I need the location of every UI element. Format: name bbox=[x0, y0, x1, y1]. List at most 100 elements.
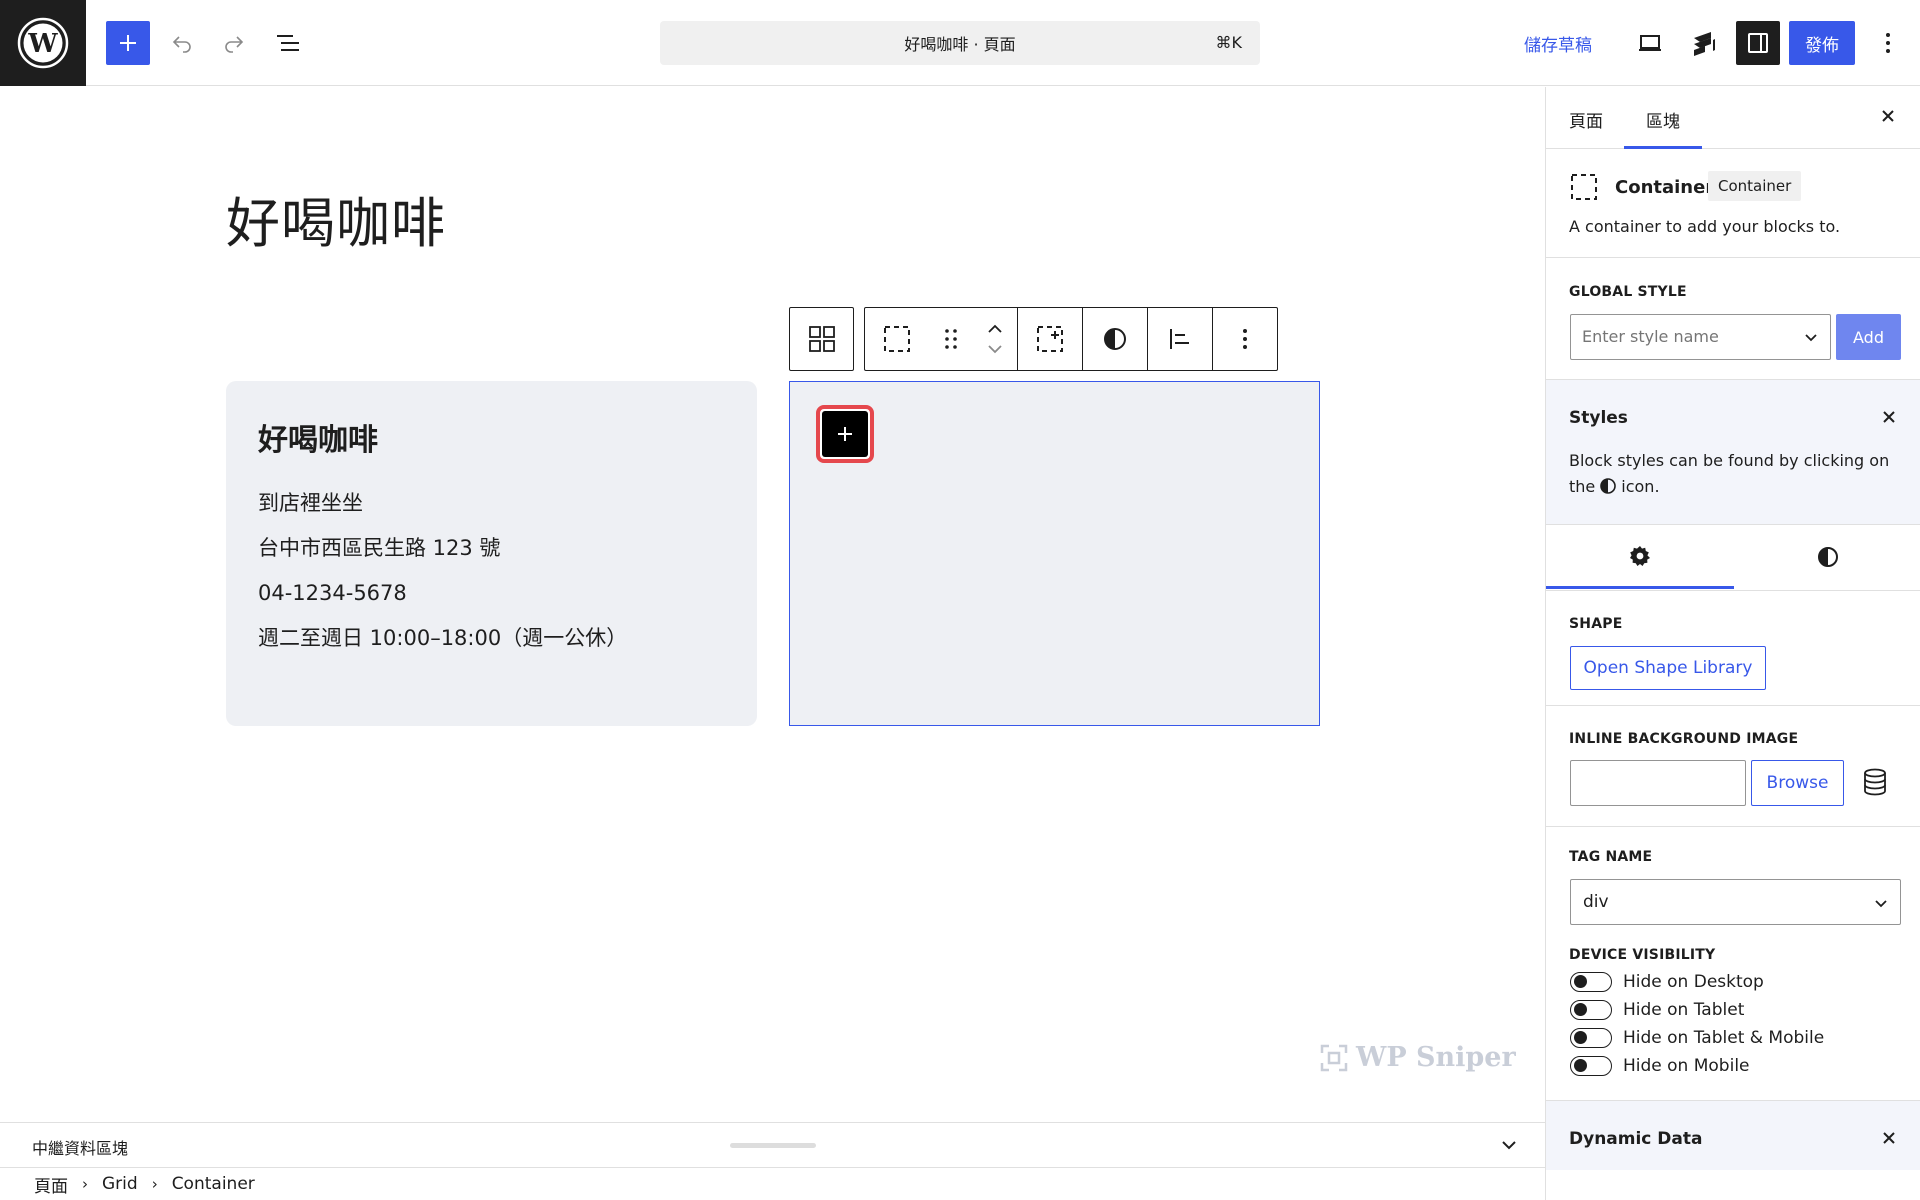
breadcrumb-separator-icon: › bbox=[82, 1175, 88, 1193]
wordpress-logo-icon[interactable]: W bbox=[0, 0, 86, 86]
chevron-down-icon bbox=[1502, 1141, 1516, 1150]
preview-button[interactable] bbox=[1628, 21, 1672, 65]
block-name: Container bbox=[1615, 177, 1715, 198]
global-style-section: GLOBAL STYLE Enter style name Add bbox=[1546, 258, 1920, 380]
dismiss-styles-notice-button[interactable] bbox=[1881, 409, 1897, 425]
more-vertical-icon bbox=[1886, 33, 1890, 53]
database-icon bbox=[1864, 768, 1886, 796]
page-title[interactable]: 好喝咖啡 bbox=[226, 179, 446, 258]
styles-notice-text: Block styles can be found by clicking on… bbox=[1569, 448, 1899, 500]
redo-icon bbox=[225, 36, 244, 53]
plugin-brand-button[interactable] bbox=[1682, 21, 1726, 65]
open-shape-library-button[interactable]: Open Shape Library bbox=[1570, 646, 1766, 690]
watermark: WP Sniper bbox=[1320, 1042, 1516, 1073]
publish-button[interactable]: 發佈 bbox=[1789, 21, 1855, 65]
card-line[interactable]: 週二至週日 10:00–18:00（週一公休） bbox=[258, 616, 725, 661]
block-description: A container to add your blocks to. bbox=[1569, 217, 1841, 236]
toggle-label: Hide on Mobile bbox=[1623, 1056, 1750, 1076]
close-icon bbox=[1883, 1132, 1895, 1144]
sidebar-tabs: 頁面 區塊 bbox=[1546, 87, 1920, 149]
settings-sidebar: 頁面 區塊 Container Container A container to… bbox=[1545, 87, 1920, 1200]
align-button[interactable] bbox=[1148, 308, 1212, 370]
tab-block[interactable]: 區塊 bbox=[1646, 107, 1680, 132]
toggle-hide-desktop[interactable]: Hide on Desktop bbox=[1570, 972, 1764, 992]
shortcut-hint: ⌘K bbox=[1215, 33, 1243, 52]
contrast-icon bbox=[1104, 328, 1126, 350]
svg-text:W: W bbox=[27, 29, 58, 59]
save-draft-button[interactable]: 儲存草稿 bbox=[1524, 31, 1592, 56]
shape-section: SHAPE Open Shape Library bbox=[1546, 591, 1920, 706]
toggle-switch[interactable] bbox=[1570, 1056, 1612, 1076]
editor-canvas: 好喝咖啡 好喝咖啡 到店裡坐坐 台中市西區民生路 123 號 04-1234-5… bbox=[0, 87, 1545, 1122]
inspector-subtabs bbox=[1546, 525, 1920, 591]
watermark-text: WP Sniper bbox=[1356, 1042, 1516, 1073]
tab-page[interactable]: 頁面 bbox=[1569, 107, 1603, 132]
gear-icon bbox=[1630, 545, 1650, 566]
toggle-label: Hide on Tablet bbox=[1623, 1000, 1745, 1020]
container-icon bbox=[1570, 173, 1598, 201]
shape-label: SHAPE bbox=[1569, 616, 1623, 632]
breadcrumb-item[interactable]: Grid bbox=[102, 1174, 138, 1194]
settings-sidebar-toggle[interactable] bbox=[1736, 21, 1780, 65]
meta-boxes-label[interactable]: 中繼資料區塊 bbox=[32, 1135, 128, 1159]
global-style-select[interactable]: Enter style name bbox=[1570, 314, 1831, 360]
desktop-view-icon bbox=[1639, 35, 1661, 51]
add-inner-block-button[interactable] bbox=[1018, 308, 1082, 370]
styles-notice-text-after: icon. bbox=[1621, 477, 1660, 496]
toggle-switch[interactable] bbox=[1570, 1000, 1612, 1020]
dynamic-data-section: Dynamic Data bbox=[1546, 1100, 1920, 1170]
inline-background-section: INLINE BACKGROUND IMAGE Browse bbox=[1546, 706, 1920, 827]
contrast-icon bbox=[1818, 547, 1838, 567]
device-visibility-label: DEVICE VISIBILITY bbox=[1569, 947, 1716, 963]
close-dynamic-data-button[interactable] bbox=[1881, 1130, 1897, 1146]
toggle-hide-mobile[interactable]: Hide on Mobile bbox=[1570, 1056, 1750, 1076]
dynamic-source-button[interactable] bbox=[1862, 768, 1888, 796]
breadcrumb-item: Container bbox=[171, 1174, 255, 1194]
options-button[interactable] bbox=[1866, 21, 1910, 65]
block-type-button[interactable] bbox=[865, 308, 929, 370]
contrast-icon bbox=[1600, 478, 1617, 494]
close-icon bbox=[1882, 110, 1894, 122]
toggle-switch[interactable] bbox=[1570, 972, 1612, 992]
tab-settings[interactable] bbox=[1546, 525, 1734, 589]
info-card[interactable]: 好喝咖啡 到店裡坐坐 台中市西區民生路 123 號 04-1234-5678 週… bbox=[226, 381, 757, 726]
block-breadcrumb: 頁面 › Grid › Container bbox=[0, 1167, 1545, 1200]
card-line[interactable]: 台中市西區民生路 123 號 bbox=[258, 526, 725, 571]
block-toolbar-group-more bbox=[1213, 308, 1277, 370]
drag-handle[interactable] bbox=[929, 308, 973, 370]
block-toolbar bbox=[864, 307, 1278, 371]
card-line[interactable]: 04-1234-5678 bbox=[258, 571, 725, 616]
chevron-down-icon bbox=[1805, 334, 1817, 342]
card-title[interactable]: 好喝咖啡 bbox=[258, 415, 725, 459]
tab-styles[interactable] bbox=[1734, 525, 1920, 589]
resize-handle[interactable] bbox=[730, 1143, 816, 1148]
command-palette-bar[interactable]: 好喝咖啡 · 頁面 ⌘K bbox=[660, 21, 1260, 65]
undo-icon bbox=[172, 36, 191, 53]
meta-boxes-toggle[interactable] bbox=[1500, 1136, 1518, 1154]
redo-button[interactable] bbox=[212, 21, 256, 65]
add-style-button[interactable]: Add bbox=[1836, 314, 1901, 360]
close-sidebar-button[interactable] bbox=[1879, 107, 1897, 125]
card-line[interactable]: 到店裡坐坐 bbox=[258, 481, 725, 526]
list-view-icon bbox=[277, 35, 299, 51]
breadcrumb-item[interactable]: 頁面 bbox=[34, 1172, 68, 1197]
toggle-label: Hide on Desktop bbox=[1623, 972, 1764, 992]
toggle-switch[interactable] bbox=[1570, 1028, 1612, 1048]
global-style-placeholder: Enter style name bbox=[1582, 327, 1719, 346]
block-options-button[interactable] bbox=[1213, 308, 1277, 370]
tag-name-select[interactable]: div bbox=[1570, 879, 1901, 925]
block-styles-button[interactable] bbox=[1083, 308, 1147, 370]
block-appender-button[interactable] bbox=[816, 405, 874, 463]
parent-grid-button[interactable] bbox=[789, 307, 854, 371]
tag-name-value: div bbox=[1583, 892, 1609, 912]
browse-button[interactable]: Browse bbox=[1751, 760, 1844, 806]
background-image-input[interactable] bbox=[1570, 760, 1746, 806]
toggle-hide-tablet-mobile[interactable]: Hide on Tablet & Mobile bbox=[1570, 1028, 1824, 1048]
undo-button[interactable] bbox=[160, 21, 204, 65]
document-overview-button[interactable] bbox=[266, 21, 310, 65]
styles-notice-title: Styles bbox=[1569, 408, 1628, 428]
global-style-label: GLOBAL STYLE bbox=[1569, 284, 1687, 300]
add-block-button[interactable] bbox=[106, 21, 150, 65]
toggle-hide-tablet[interactable]: Hide on Tablet bbox=[1570, 1000, 1744, 1020]
move-up-down-button[interactable] bbox=[973, 308, 1017, 370]
